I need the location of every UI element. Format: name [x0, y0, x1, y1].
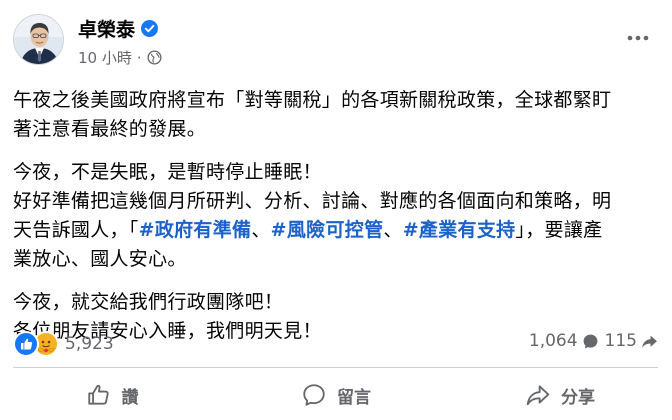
- more-options-button[interactable]: [626, 26, 650, 50]
- thumbs-up-icon: [87, 384, 109, 405]
- author-name[interactable]: 卓榮泰: [78, 15, 135, 42]
- post-paragraph-2: 今夜，不是失眠，是暫時停止睡眠！ 好好準備把這幾個月所研判、分析、討論、對應的各…: [13, 158, 663, 274]
- verified-badge-icon: [141, 20, 159, 37]
- comment-icon: [303, 384, 325, 406]
- comment-count-icon: [583, 334, 597, 349]
- post-line-with-hashtags: 天告訴國人，「#政府有準備、#風險可控管、#產業有支持」，要讓產: [13, 216, 663, 245]
- meta-separator: ·: [136, 48, 142, 67]
- post-paragraph-1: 午夜之後美國政府將宣布「對等關稅」的各項新關稅政策，全球都緊盯 著注意看最終的發…: [13, 86, 663, 144]
- post-actions: 讚 留言 分享: [0, 370, 672, 420]
- post-body: 午夜之後美國政府將宣布「對等關稅」的各項新關稅政策，全球都緊盯 著注意看最終的發…: [13, 86, 663, 360]
- like-button-label: 讚: [121, 387, 139, 408]
- share-count-icon: [642, 335, 657, 348]
- comment-count[interactable]: 1,064: [529, 331, 599, 351]
- comment-share-counts: 1,064 115: [529, 331, 658, 351]
- post-line: 今夜，不是失眠，是暫時停止睡眠！: [13, 161, 322, 183]
- hashtag-separator: 、: [251, 219, 271, 241]
- comment-count-value: 1,064: [528, 331, 578, 351]
- engagement-stats: 5,923 1,064 115: [13, 328, 658, 358]
- post-line: 好好準備把這幾個月所研判、分析、討論、對應的各個面向和策略，明: [13, 190, 612, 212]
- hashtag-separator: 、: [383, 219, 403, 241]
- share-button[interactable]: 分享: [448, 370, 672, 420]
- author-avatar[interactable]: [13, 14, 64, 65]
- avatar-image: [14, 15, 63, 64]
- hashtag-link[interactable]: #產業有支持: [403, 219, 516, 241]
- facebook-post: 卓榮泰 10 小時 · 午夜之後美國政府將宣布「對等關稅」的各項新關稅政策，全球…: [0, 0, 672, 420]
- post-line: 著注意看最終的發展。: [13, 118, 207, 140]
- share-count-value: 115: [604, 331, 637, 351]
- hashtag-link[interactable]: #風險可控管: [271, 219, 384, 241]
- post-meta: 10 小時 ·: [78, 47, 162, 68]
- share-icon: [526, 385, 550, 406]
- like-reaction-icon: [13, 331, 39, 357]
- reaction-count: 5,923: [65, 334, 114, 354]
- actions-divider: [13, 367, 658, 368]
- post-line-prefix: 天告訴國人，「: [13, 219, 139, 241]
- post-line: 今夜，就交給我們行政團隊吧！: [13, 291, 284, 313]
- post-timestamp[interactable]: 10 小時: [78, 47, 132, 68]
- author-header: 卓榮泰: [78, 15, 159, 42]
- share-button-label: 分享: [561, 387, 595, 408]
- comment-button-label: 留言: [337, 387, 371, 408]
- share-count[interactable]: 115: [605, 331, 658, 351]
- post-line: 業放心、國人安心。: [13, 248, 187, 270]
- reactions-summary[interactable]: 5,923: [13, 331, 114, 357]
- hashtag-link[interactable]: #政府有準備: [139, 219, 252, 241]
- like-button[interactable]: 讚: [0, 370, 224, 420]
- more-icon: [627, 35, 649, 41]
- globe-icon[interactable]: [147, 50, 162, 65]
- comment-button[interactable]: 留言: [224, 370, 448, 420]
- post-line: 午夜之後美國政府將宣布「對等關稅」的各項新關稅政策，全球都緊盯: [13, 89, 612, 111]
- post-line-suffix: 」，要讓產: [515, 219, 603, 241]
